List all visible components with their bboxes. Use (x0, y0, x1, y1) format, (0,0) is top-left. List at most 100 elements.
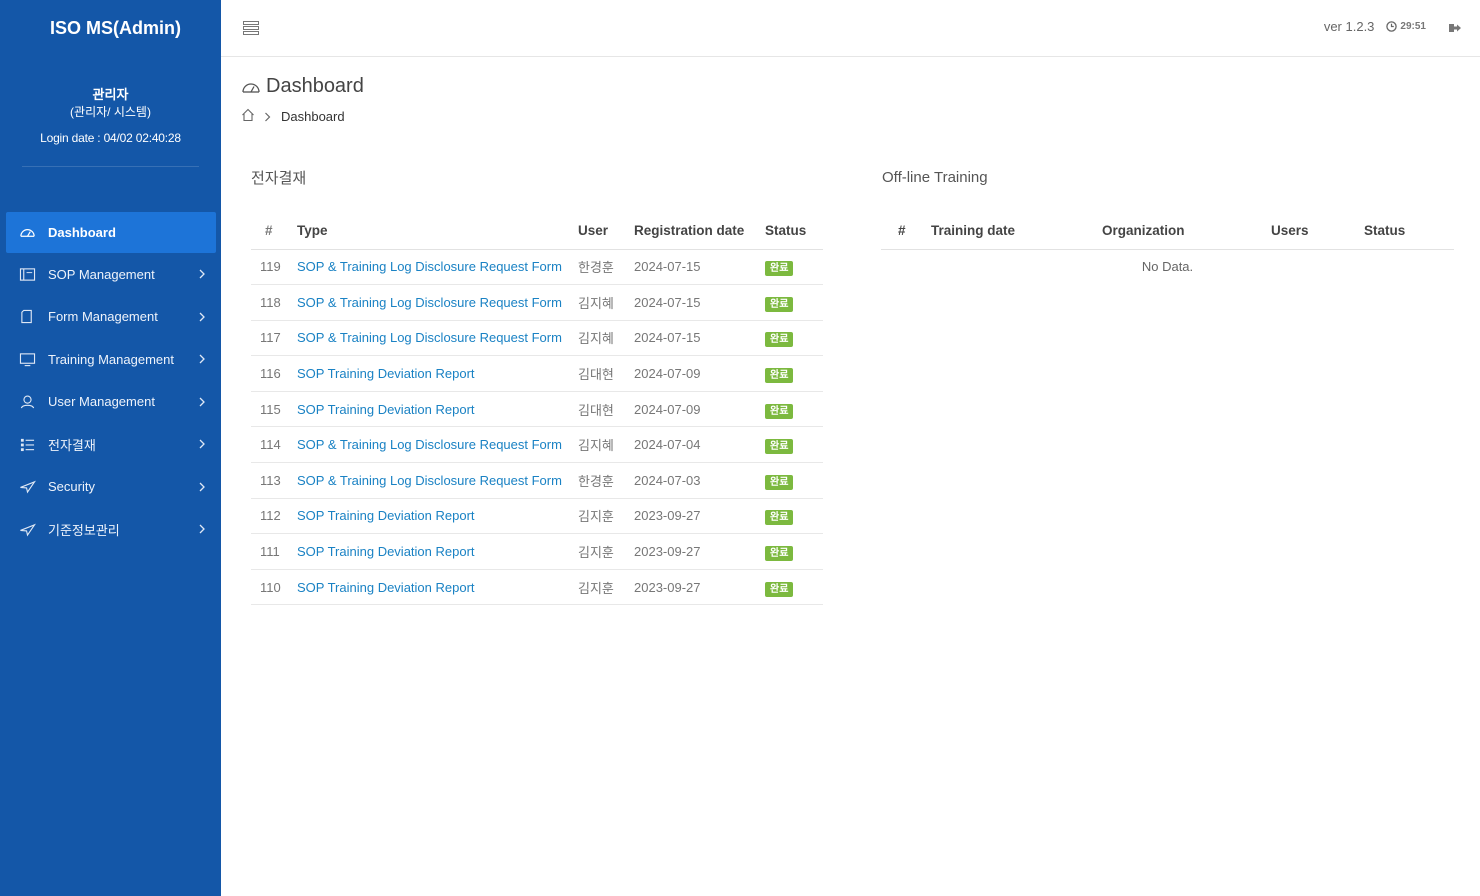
chevron-right-icon (198, 354, 206, 364)
sidebar-item-training-management[interactable]: Training Management (6, 338, 216, 381)
status-badge: 완료 (765, 474, 794, 490)
profile-name: 관리자 (92, 87, 129, 102)
col-user-header[interactable]: User (578, 213, 634, 250)
row-type-link[interactable]: SOP & Training Log Disclosure Request Fo… (290, 249, 578, 286)
col-training-date-header[interactable]: Training date (931, 213, 1102, 250)
session-timer-value: 29:51 (1400, 21, 1426, 32)
sidebar-item-label: Training Management (48, 351, 174, 367)
sidebar-item-sop-management[interactable]: SOP Management (6, 253, 216, 296)
login-date: Login date : 04/02 02:40:28 (40, 131, 181, 145)
table-row[interactable]: 114 SOP & Training Log Disclosure Request… (251, 426, 823, 464)
row-date: 2024-07-15 (634, 320, 765, 357)
row-type-link[interactable]: SOP & Training Log Disclosure Request Fo… (290, 426, 578, 464)
dashboard-gauge-icon (18, 225, 36, 241)
row-type-link[interactable]: SOP Training Deviation Report (290, 533, 578, 570)
row-status: 완료 (765, 569, 823, 606)
chevron-right-icon (198, 439, 206, 449)
no-data-message: No Data. (1141, 258, 1194, 274)
row-user: 김지혜 (578, 426, 634, 464)
sidebar-item-user-management[interactable]: User Management (6, 381, 216, 424)
menu-toggle-icon[interactable] (243, 20, 259, 36)
breadcrumb-current: Dashboard (281, 109, 345, 124)
app-title[interactable]: ISO MS(Admin) (0, 0, 221, 56)
reference-plane-icon (18, 521, 36, 537)
row-type-link[interactable]: SOP Training Deviation Report (290, 355, 578, 392)
row-user: 김지혜 (578, 284, 634, 321)
breadcrumb: Dashboard (241, 108, 345, 125)
col-type-header[interactable]: Type (290, 213, 578, 250)
table-row[interactable]: 118 SOP & Training Log Disclosure Request… (251, 284, 823, 321)
row-type-link[interactable]: SOP Training Deviation Report (290, 498, 578, 535)
status-badge: 완료 (765, 439, 794, 455)
row-status: 완료 (765, 284, 823, 321)
col-date-header[interactable]: Registration date (634, 213, 765, 250)
logout-icon[interactable] (1448, 22, 1462, 34)
row-type-link[interactable]: SOP Training Deviation Report (290, 391, 578, 428)
row-status: 완료 (765, 320, 823, 357)
table-row[interactable]: 113 SOP & Training Log Disclosure Request… (251, 462, 823, 499)
col-status-header[interactable]: Status (765, 213, 823, 250)
row-num: 114 (251, 426, 290, 464)
home-icon[interactable] (241, 108, 255, 125)
chevron-right-icon (198, 397, 206, 407)
row-type-link[interactable]: SOP & Training Log Disclosure Request Fo… (290, 462, 578, 499)
row-user: 김지훈 (578, 498, 634, 535)
row-status: 완료 (765, 355, 823, 392)
table-row[interactable]: 112 SOP Training Deviation Report 김지훈 2023-… (251, 498, 823, 535)
sidebar-item-form-management[interactable]: Form Management (6, 296, 216, 339)
chevron-right-icon (264, 112, 271, 122)
sidebar-menu: Dashboard SOP Management Form Management (6, 212, 216, 551)
row-type-link[interactable]: SOP Training Deviation Report (290, 569, 578, 606)
row-type-link[interactable]: SOP & Training Log Disclosure Request Fo… (290, 284, 578, 321)
sidebar-item-label: Dashboard (48, 225, 116, 240)
table-row[interactable]: 116 SOP Training Deviation Report 김대현 2024-… (251, 355, 823, 392)
training-table: # Training date Organization Users Statu… (881, 213, 1454, 283)
row-num: 117 (251, 320, 290, 357)
status-badge: 완료 (765, 581, 794, 597)
row-num: 116 (251, 355, 290, 392)
sidebar-item-label: SOP Management (48, 266, 155, 282)
row-status: 완료 (765, 498, 823, 535)
table-row[interactable]: 110 SOP Training Deviation Report 김지훈 2023-… (251, 569, 823, 606)
row-date: 2023-09-27 (634, 569, 765, 606)
chevron-right-icon (198, 269, 206, 279)
table-row[interactable]: 119 SOP & Training Log Disclosure Request… (251, 249, 823, 286)
col-users-header[interactable]: Users (1271, 213, 1364, 250)
row-num: 111 (251, 533, 290, 570)
training-panel-title: Off-line Training (882, 169, 988, 186)
col-num-header[interactable]: # (881, 213, 931, 250)
row-user: 김대현 (578, 355, 634, 392)
sidebar-item-security[interactable]: Security (6, 466, 216, 509)
status-badge: 완료 (765, 546, 794, 562)
row-user: 한경훈 (578, 249, 634, 286)
row-num: 119 (251, 249, 290, 286)
topbar-right: ver 1.2.3 29:51 (1324, 19, 1462, 34)
col-status-header[interactable]: Status (1364, 213, 1454, 250)
sidebar-item-dashboard[interactable]: Dashboard (6, 212, 216, 253)
row-type-link[interactable]: SOP & Training Log Disclosure Request Fo… (290, 320, 578, 357)
sidebar-item-approval[interactable]: 전자결재 (6, 423, 216, 466)
sidebar-item-label: 기준정보관리 (48, 522, 120, 538)
sidebar-item-label: Security (48, 479, 95, 495)
row-date: 2024-07-04 (634, 426, 765, 464)
sidebar-item-reference-data[interactable]: 기준정보관리 (6, 508, 216, 551)
table-row[interactable]: 117 SOP & Training Log Disclosure Request… (251, 320, 823, 357)
row-status: 완료 (765, 533, 823, 570)
app-root: ISO MS(Admin) 관리자 (관리자/ 시스템) Login date … (0, 0, 1480, 896)
row-user: 김지훈 (578, 569, 634, 606)
approval-list-icon (18, 436, 36, 452)
table-header-row: # Type User Registration date Status (251, 213, 823, 250)
user-profile: 관리자 (관리자/ 시스템) Login date : 04/02 02:40:… (0, 56, 221, 145)
col-organization-header[interactable]: Organization (1102, 213, 1271, 250)
chevron-right-icon (198, 524, 206, 534)
table-row[interactable]: 115 SOP Training Deviation Report 김대현 2024-… (251, 391, 823, 428)
table-row[interactable]: 111 SOP Training Deviation Report 김지훈 2023-… (251, 533, 823, 570)
sidebar-item-label: User Management (48, 394, 155, 410)
approval-panel-title: 전자결재 (251, 170, 307, 187)
col-num-header[interactable]: # (251, 213, 290, 250)
approval-table: # Type User Registration date Status 119… (251, 213, 823, 606)
row-num: 113 (251, 462, 290, 499)
chevron-right-icon (198, 312, 206, 322)
row-status: 완료 (765, 426, 823, 464)
row-status: 완료 (765, 462, 823, 499)
